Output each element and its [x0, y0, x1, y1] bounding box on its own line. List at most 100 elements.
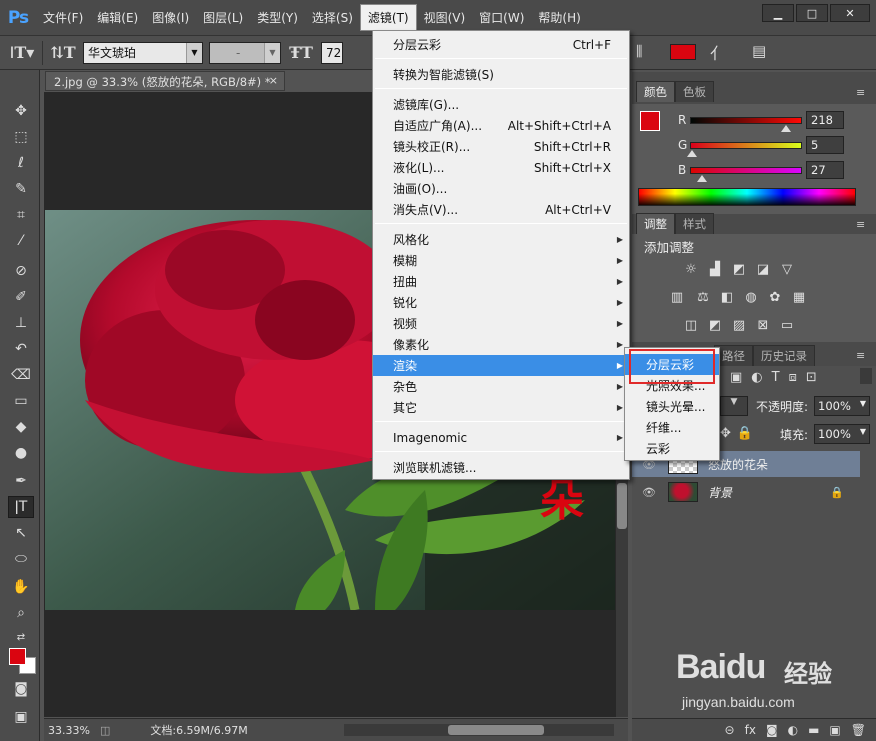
selective-color-icon[interactable]: ⊠ [754, 318, 772, 334]
filter-convert-smart[interactable]: 转换为智能滤镜(S) [373, 64, 629, 85]
font-family-select[interactable]: 华文琥珀 ▼ [83, 41, 203, 64]
layer-name[interactable]: 背景 [708, 484, 732, 501]
filter-render[interactable]: 渲染 ▶ [373, 355, 629, 376]
marquee-tool-icon[interactable]: ⬚ [8, 126, 34, 148]
swap-colors-icon[interactable]: ⇄ [8, 626, 34, 648]
zoom-tool-icon[interactable]: ⌕ [8, 602, 34, 624]
render-clouds[interactable]: 云彩 [625, 438, 719, 459]
document-tab[interactable]: 2.jpg @ 33.3% (怒放的花朵, RGB/8#) * × [45, 71, 285, 91]
delete-layer-icon[interactable]: 🗑 [851, 723, 866, 737]
eraser-tool-icon[interactable]: ⌫ [8, 364, 34, 386]
filter-adaptive-wide-angle[interactable]: 自适应广角(A)... Alt+Shift+Ctrl+A [373, 115, 629, 136]
lasso-tool-icon[interactable]: ℓ [8, 152, 34, 174]
channel-mixer-icon[interactable]: ✿ [766, 290, 784, 306]
zoom-level[interactable]: 33.33% [48, 724, 90, 737]
render-lens-flare[interactable]: 镜头光晕... [625, 396, 719, 417]
foreground-color-swatch[interactable] [9, 648, 26, 665]
toggle-text-orientation-icon[interactable]: ⇅T [49, 43, 77, 62]
filter-lens-correction[interactable]: 镜头校正(R)... Shift+Ctrl+R [373, 136, 629, 157]
type-tool-preset-icon[interactable]: ǀT▾ [8, 43, 36, 62]
menu-view[interactable]: 视图(V) [417, 5, 473, 30]
vertical-scrollbar-thumb[interactable] [617, 483, 627, 529]
invert-icon[interactable]: ◫ [682, 318, 700, 334]
menu-image[interactable]: 图像(I) [145, 5, 196, 30]
status-info-icon[interactable]: ◫ [100, 724, 110, 737]
menu-select[interactable]: 选择(S) [305, 5, 360, 30]
warp-text-icon[interactable]: ⺅ [710, 40, 726, 64]
hue-saturation-icon[interactable]: ▥ [668, 290, 686, 306]
filter-imagenomic[interactable]: Imagenomic ▶ [373, 427, 629, 448]
filter-video[interactable]: 视频 ▶ [373, 313, 629, 334]
tab-history[interactable]: 历史记录 [753, 345, 815, 366]
dodge-tool-icon[interactable]: ● [8, 442, 34, 464]
panel-menu-icon[interactable]: ≡ [856, 349, 872, 362]
blend-mode-select[interactable]: ▼ [720, 396, 748, 416]
slider-g-track[interactable] [690, 142, 802, 149]
new-group-icon[interactable]: ▬ [808, 723, 819, 737]
black-white-icon[interactable]: ◧ [718, 290, 736, 306]
render-fibers[interactable]: 纤维... [625, 417, 719, 438]
add-mask-icon[interactable]: ◙ [766, 723, 778, 737]
r-value-field[interactable]: 218 [806, 111, 844, 129]
quick-selection-tool-icon[interactable]: ✎ [8, 178, 34, 200]
photo-filter-icon[interactable]: ◍ [742, 290, 760, 306]
tab-styles[interactable]: 样式 [675, 213, 714, 234]
screen-mode-icon[interactable]: ▣ [8, 706, 34, 728]
pen-tool-icon[interactable]: ✒ [8, 470, 34, 492]
slider-b-thumb[interactable] [696, 175, 707, 182]
filter-other[interactable]: 其它 ▶ [373, 397, 629, 418]
panel-menu-icon[interactable]: ≡ [856, 86, 872, 99]
tab-adjustments[interactable]: 调整 [636, 213, 675, 234]
font-size-field[interactable]: 72 [321, 41, 343, 64]
color-lookup-icon[interactable]: ▦ [790, 290, 808, 306]
minimize-icon[interactable]: ▁ [762, 4, 794, 22]
panel-foreground-swatch[interactable] [640, 111, 660, 131]
exposure-icon[interactable]: ◪ [754, 262, 772, 278]
hand-tool-icon[interactable]: ✋ [8, 576, 34, 598]
filter-pixelate[interactable]: 像素化 ▶ [373, 334, 629, 355]
b-value-field[interactable]: 27 [806, 161, 844, 179]
brush-tool-icon[interactable]: ✐ [8, 286, 34, 308]
gradient-map-icon[interactable]: ▭ [778, 318, 796, 334]
shape-tool-icon[interactable]: ⬭ [8, 548, 34, 570]
slider-r-track[interactable] [690, 117, 802, 124]
fill-field[interactable]: 100% ▼ [814, 424, 870, 444]
menu-edit[interactable]: 编辑(E) [90, 5, 145, 30]
filter-distort[interactable]: 扭曲 ▶ [373, 271, 629, 292]
close-icon[interactable]: × [269, 74, 278, 87]
visibility-eye-icon[interactable]: 👁 [642, 486, 658, 499]
text-color-swatch[interactable] [670, 44, 696, 60]
font-style-select[interactable]: - ▼ [209, 41, 281, 64]
layer-style-icon[interactable]: fx [745, 723, 756, 737]
slider-b-track[interactable] [690, 167, 802, 174]
levels-icon[interactable]: ▟ [706, 262, 724, 278]
character-panel-icon[interactable]: ▤ [752, 42, 766, 60]
horizontal-scrollbar[interactable] [344, 724, 614, 736]
slider-r-thumb[interactable] [780, 125, 791, 132]
opacity-field[interactable]: 100% ▼ [814, 396, 870, 416]
horizontal-scrollbar-thumb[interactable] [448, 725, 544, 735]
quick-mask-icon[interactable]: ◙ [8, 678, 34, 700]
vibrance-icon[interactable]: ▽ [778, 262, 796, 278]
menu-window[interactable]: 窗口(W) [472, 5, 531, 30]
gradient-tool-icon[interactable]: ▭ [8, 390, 34, 412]
move-tool-icon[interactable]: ✥ [8, 100, 34, 122]
brightness-contrast-icon[interactable]: ☼ [682, 262, 700, 278]
color-spectrum-ramp[interactable] [638, 188, 856, 206]
layer-filter-toggle[interactable] [860, 368, 872, 384]
layer-row[interactable]: 👁 背景 🔒 [632, 479, 860, 505]
panel-menu-icon[interactable]: ≡ [856, 218, 872, 231]
filter-sharpen[interactable]: 锐化 ▶ [373, 292, 629, 313]
threshold-icon[interactable]: ▨ [730, 318, 748, 334]
g-value-field[interactable]: 5 [806, 136, 844, 154]
blur-tool-icon[interactable]: ◆ [8, 416, 34, 438]
menu-layer[interactable]: 图层(L) [196, 5, 250, 30]
doc-size-info[interactable]: 文档:6.59M/6.97M [150, 722, 247, 738]
color-balance-icon[interactable]: ⚖ [694, 290, 712, 306]
clone-stamp-tool-icon[interactable]: ⊥ [8, 312, 34, 334]
maximize-icon[interactable]: □ [796, 4, 828, 22]
tab-color[interactable]: 颜色 [636, 81, 675, 102]
filter-oil-paint[interactable]: 油画(O)... [373, 178, 629, 199]
layer-filter-icons[interactable]: ▣◐T⧈⊡ [730, 370, 826, 385]
menu-filter[interactable]: 滤镜(T) [359, 4, 417, 31]
